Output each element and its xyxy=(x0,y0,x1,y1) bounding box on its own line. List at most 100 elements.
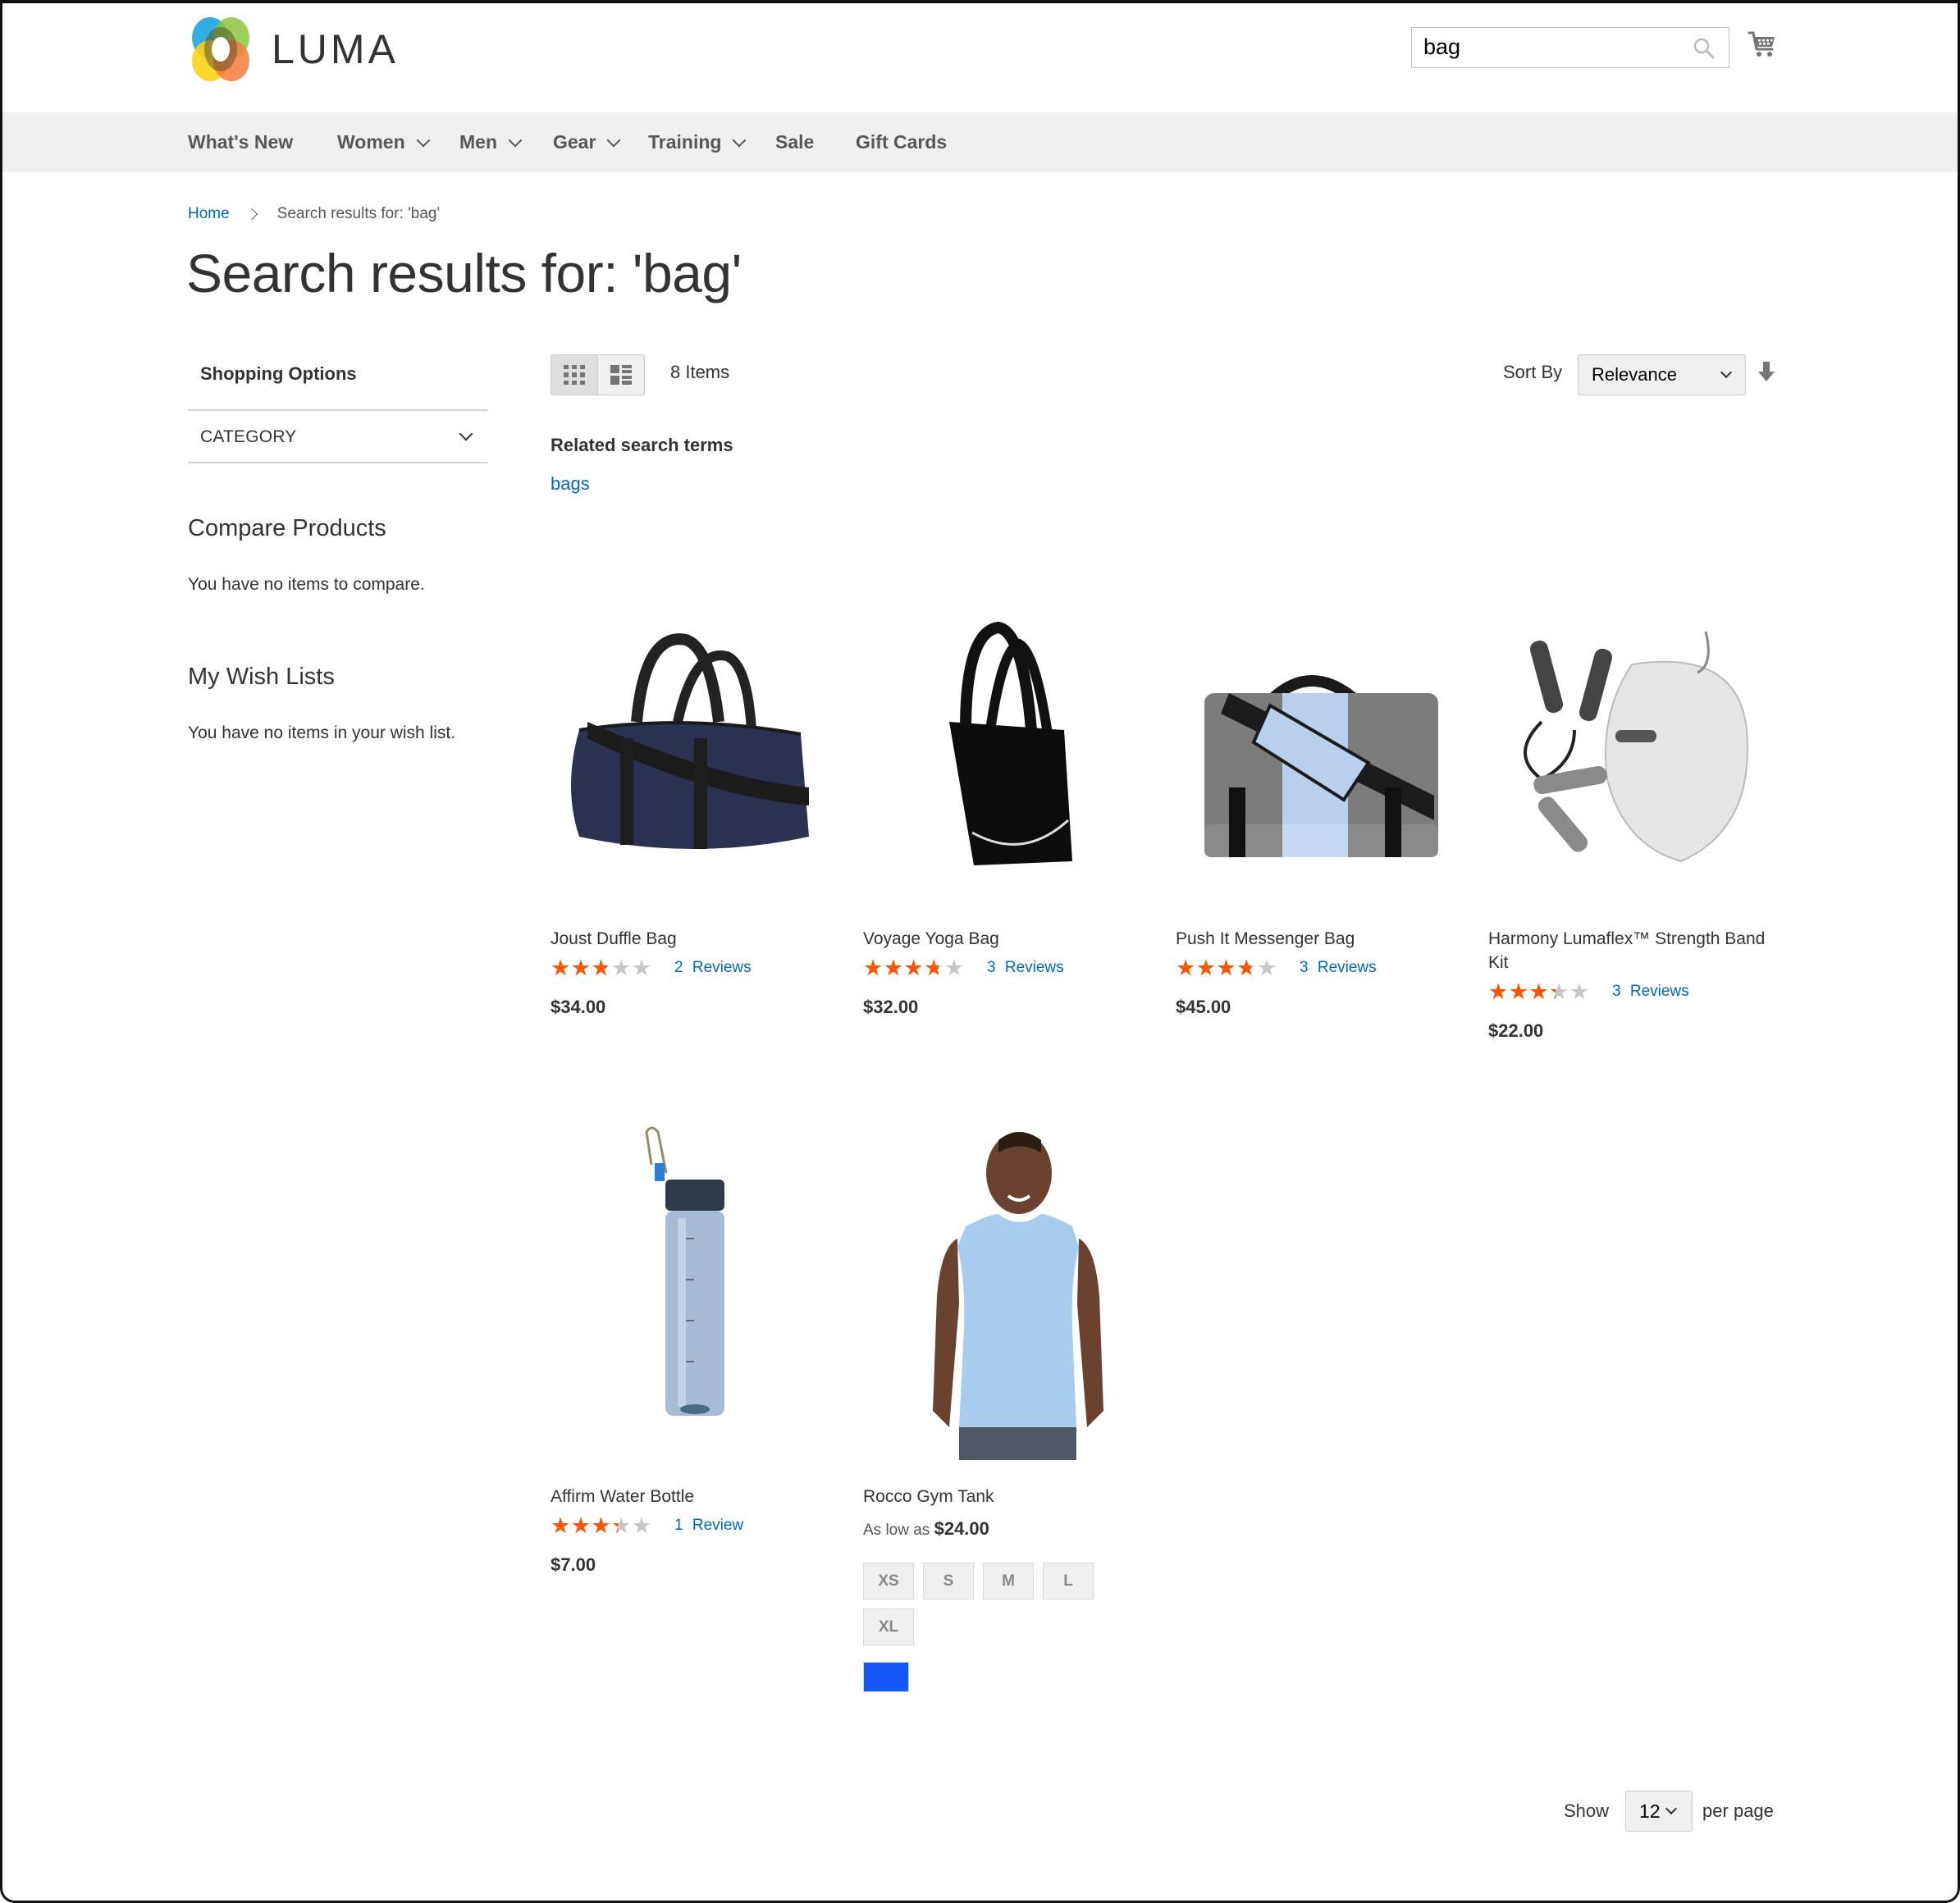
rating-stars: ★★★★★ ★★★★★ xyxy=(551,957,663,979)
nav-item-gear[interactable]: Gear xyxy=(553,112,621,172)
nav-label: Training xyxy=(648,131,722,153)
water-bottle-image xyxy=(645,1126,724,1416)
star-icons-filled: ★★★★★ xyxy=(863,957,939,979)
reviews-count: 1 xyxy=(674,1517,683,1534)
product-image[interactable] xyxy=(863,1116,1142,1460)
size-swatch-m[interactable]: M xyxy=(983,1563,1034,1600)
reviews-link[interactable]: 1 Review xyxy=(674,1517,743,1535)
sort-direction-arrow-down-icon[interactable] xyxy=(1758,362,1775,383)
size-swatches: XS S M L XL xyxy=(863,1563,1109,1645)
category-filter-toggle[interactable]: CATEGORY xyxy=(188,410,487,464)
chevron-down-icon xyxy=(606,133,621,147)
color-swatch-blue[interactable] xyxy=(863,1662,909,1692)
chevron-down-icon xyxy=(508,133,523,147)
search-input[interactable] xyxy=(1412,28,1674,66)
reviews-link[interactable]: 3 Reviews xyxy=(1300,959,1377,977)
nav-item-men[interactable]: Men xyxy=(459,112,523,172)
rating-stars: ★★★★★ ★★★★★ xyxy=(1176,957,1288,979)
view-mode-switcher xyxy=(551,354,645,395)
search-icon[interactable] xyxy=(1693,37,1716,60)
show-label: Show xyxy=(1564,1800,1610,1821)
related-search-title: Related search terms xyxy=(551,435,733,455)
reviews-count: 3 xyxy=(1612,983,1621,1000)
product-price: $32.00 xyxy=(863,997,919,1017)
grid-view-button[interactable] xyxy=(551,355,598,395)
product-name-link[interactable]: Push It Messenger Bag xyxy=(1176,927,1471,951)
per-page-value: 12 xyxy=(1639,1800,1661,1822)
nav-item-whats-new[interactable]: What's New xyxy=(188,112,293,172)
star-icons-filled: ★★★★★ xyxy=(551,1515,618,1536)
sort-by-select[interactable]: Relevance xyxy=(1578,354,1746,395)
items-count: 8 Items xyxy=(670,362,730,382)
reviews-label: Review xyxy=(692,1517,744,1534)
luma-logo[interactable]: LUMA xyxy=(188,16,409,82)
size-swatch-xs[interactable]: XS xyxy=(863,1563,914,1600)
shopping-options-title: Shopping Options xyxy=(200,363,357,384)
yoga-bag-image xyxy=(949,621,1072,865)
product-name-link[interactable]: Harmony Lumaflex™ Strength Band Kit xyxy=(1488,927,1775,974)
nav-item-training[interactable]: Training xyxy=(648,112,747,172)
shopping-cart-icon[interactable] xyxy=(1748,30,1777,59)
nav-item-women[interactable]: Women xyxy=(337,112,431,172)
product-rating: ★★★★★ ★★★★★ 3 Reviews xyxy=(1488,979,1775,1004)
page-title: Search results for: 'bag' xyxy=(186,243,742,303)
per-page-select[interactable]: 12 xyxy=(1625,1791,1693,1832)
list-icon xyxy=(610,365,632,385)
sort-by-label: Sort By xyxy=(1503,362,1563,382)
product-item: Affirm Water Bottle ★★★★★ ★★★★★ 1 Review… xyxy=(551,1116,846,1576)
reviews-link[interactable]: 2 Reviews xyxy=(674,959,752,977)
chevron-down-icon xyxy=(416,133,431,147)
nav-label: What's New xyxy=(188,131,294,153)
product-name-link[interactable]: Voyage Yoga Bag xyxy=(863,927,1158,951)
product-image[interactable] xyxy=(551,1116,829,1460)
size-swatch-l[interactable]: L xyxy=(1043,1563,1094,1600)
product-name-link[interactable]: Rocco Gym Tank xyxy=(863,1485,1158,1508)
wishlist-title: My Wish Lists xyxy=(188,664,335,690)
product-rating: ★★★★★ ★★★★★ 3 Reviews xyxy=(863,956,1158,980)
size-swatch-s[interactable]: S xyxy=(923,1563,974,1600)
divider xyxy=(188,462,487,463)
breadcrumb-home[interactable]: Home xyxy=(188,205,230,223)
product-image[interactable] xyxy=(551,599,829,894)
nav-item-gift-cards[interactable]: Gift Cards xyxy=(856,112,947,172)
chevron-down-icon xyxy=(1665,1802,1677,1815)
chevron-down-icon xyxy=(1720,366,1733,379)
product-image[interactable] xyxy=(863,599,1142,894)
main-navigation: What's New Women Men Gear Training Sale … xyxy=(2,112,1958,172)
reviews-link[interactable]: 3 Reviews xyxy=(987,959,1064,977)
product-image[interactable] xyxy=(1176,599,1455,894)
size-swatch-xl[interactable]: XL xyxy=(863,1609,914,1645)
nav-label: Gift Cards xyxy=(856,131,948,153)
rating-stars: ★★★★★ ★★★★★ xyxy=(863,957,975,979)
wishlist-empty-text: You have no items in your wish list. xyxy=(188,723,456,742)
messenger-bag-image xyxy=(1204,675,1438,857)
compare-products-title: Compare Products xyxy=(188,515,386,541)
nav-label: Men xyxy=(459,131,497,153)
reviews-label: Reviews xyxy=(1317,959,1377,976)
product-name-link[interactable]: Affirm Water Bottle xyxy=(551,1485,846,1508)
product-item: Push It Messenger Bag ★★★★★ ★★★★★ 3 Revi… xyxy=(1176,599,1471,1018)
sort-by-value: Relevance xyxy=(1592,364,1677,385)
nav-label: Sale xyxy=(775,131,815,153)
reviews-link[interactable]: 3 Reviews xyxy=(1612,983,1689,1001)
rating-stars: ★★★★★ ★★★★★ xyxy=(1488,981,1601,1002)
list-view-button[interactable] xyxy=(598,355,645,395)
product-image[interactable] xyxy=(1488,599,1767,894)
product-item: Joust Duffle Bag ★★★★★ ★★★★★ 2 Reviews $… xyxy=(551,599,846,1018)
strength-band-kit-image xyxy=(1524,631,1748,863)
gym-tank-model-image xyxy=(933,1132,1103,1460)
product-item: Rocco Gym Tank As low as $24.00 XS S M L… xyxy=(863,1116,1158,1692)
product-price: $7.00 xyxy=(551,1554,596,1575)
product-item: Voyage Yoga Bag ★★★★★ ★★★★★ 3 Reviews $3… xyxy=(863,599,1158,1018)
product-name-link[interactable]: Joust Duffle Bag xyxy=(551,927,846,951)
grid-icon xyxy=(563,365,585,385)
chevron-down-icon xyxy=(732,133,747,147)
nav-item-sale[interactable]: Sale xyxy=(775,112,814,172)
product-price: $34.00 xyxy=(551,997,606,1017)
reviews-count: 3 xyxy=(1300,959,1309,976)
duffle-bag-image xyxy=(571,633,809,849)
related-term-link[interactable]: bags xyxy=(551,473,590,495)
logo-text: LUMA xyxy=(272,26,399,72)
price-prefix: As low as xyxy=(863,1522,930,1539)
nav-label: Gear xyxy=(553,131,596,153)
